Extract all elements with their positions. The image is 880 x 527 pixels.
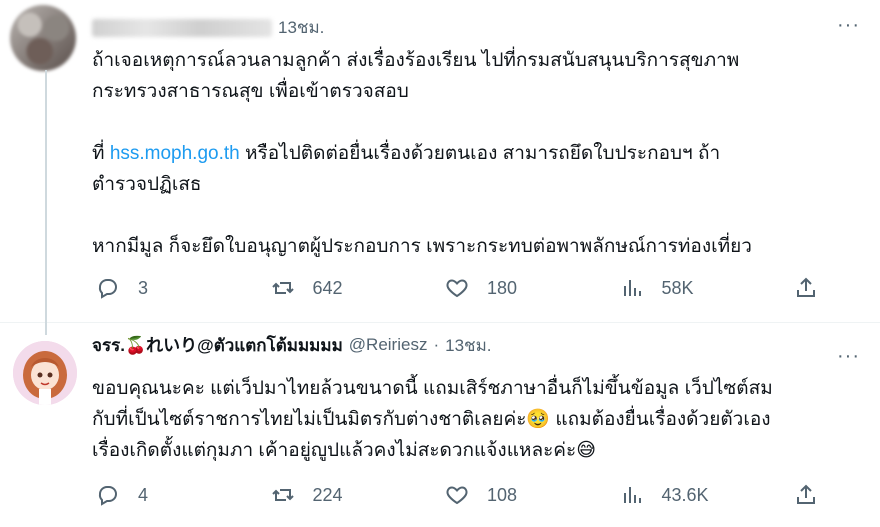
pleading-face-emoji-icon: 🥹	[526, 409, 551, 430]
views-icon	[623, 487, 641, 503]
timestamp[interactable]: 13ชม.	[278, 14, 324, 41]
heart-icon	[446, 279, 468, 298]
share-button[interactable]	[794, 483, 836, 507]
action-bar: 4 224 108 43.6K	[96, 483, 836, 507]
tweet-text: ขอบคุณนะคะ แต่เว็ปมาไทยล้วนขนาดนี้ แถมเส…	[92, 378, 773, 461]
cherry-emoji-icon: 🍒	[124, 336, 147, 355]
like-button[interactable]: 180	[445, 276, 585, 300]
sweat-smile-emoji-icon: 😅	[576, 440, 597, 461]
views-icon	[623, 280, 641, 296]
repost-icon	[271, 282, 294, 294]
repost-button[interactable]: 224	[271, 483, 411, 507]
heart-icon	[446, 486, 468, 505]
thread-line	[45, 323, 47, 335]
reply-button[interactable]: 4	[96, 483, 236, 507]
reply-icon	[98, 486, 117, 506]
timestamp[interactable]: 13ชม.	[445, 332, 491, 359]
tweet-header: จรร.🍒れいり@ตัวแตกโต้มมมมม @Reiriesz · 13ชม…	[92, 331, 492, 359]
thread-line	[45, 70, 47, 323]
tweet[interactable]: 13ชม. ··· ถ้าเจอเหตุการณ์ลวนลามลูกค้า ส่…	[0, 0, 880, 323]
display-name[interactable]: จรร.🍒れいり@ตัวแตกโต้มมมมม	[92, 331, 343, 359]
repost-button[interactable]: 642	[271, 276, 411, 300]
views-button[interactable]: 58K	[620, 276, 760, 300]
more-options-icon[interactable]: ···	[837, 345, 860, 368]
share-icon	[797, 484, 815, 504]
link-hss[interactable]: hss.moph.go.th	[110, 143, 240, 164]
blurred-username[interactable]	[92, 18, 272, 37]
repost-icon	[271, 489, 294, 501]
reply-icon	[98, 279, 117, 299]
share-button[interactable]	[794, 276, 836, 300]
action-bar: 3 642 180 58K	[96, 276, 836, 300]
tweet-text: ถ้าเจอเหตุการณ์ลวนลามลูกค้า ส่งเรื่องร้อ…	[92, 50, 752, 257]
avatar[interactable]	[13, 341, 77, 405]
tweet[interactable]: จรร.🍒れいり@ตัวแตกโต้มมมมม @Reiriesz · 13ชม…	[0, 323, 880, 527]
like-button[interactable]: 108	[445, 483, 585, 507]
share-icon	[797, 277, 815, 297]
user-handle[interactable]: @Reiriesz	[349, 335, 428, 355]
reply-button[interactable]: 3	[96, 276, 236, 300]
anime-avatar-icon	[13, 341, 77, 405]
separator: ·	[433, 335, 440, 354]
views-button[interactable]: 43.6K	[620, 483, 760, 507]
tweet-header: 13ชม.	[92, 14, 324, 41]
more-options-icon[interactable]: ···	[837, 14, 860, 37]
avatar[interactable]	[10, 5, 76, 71]
